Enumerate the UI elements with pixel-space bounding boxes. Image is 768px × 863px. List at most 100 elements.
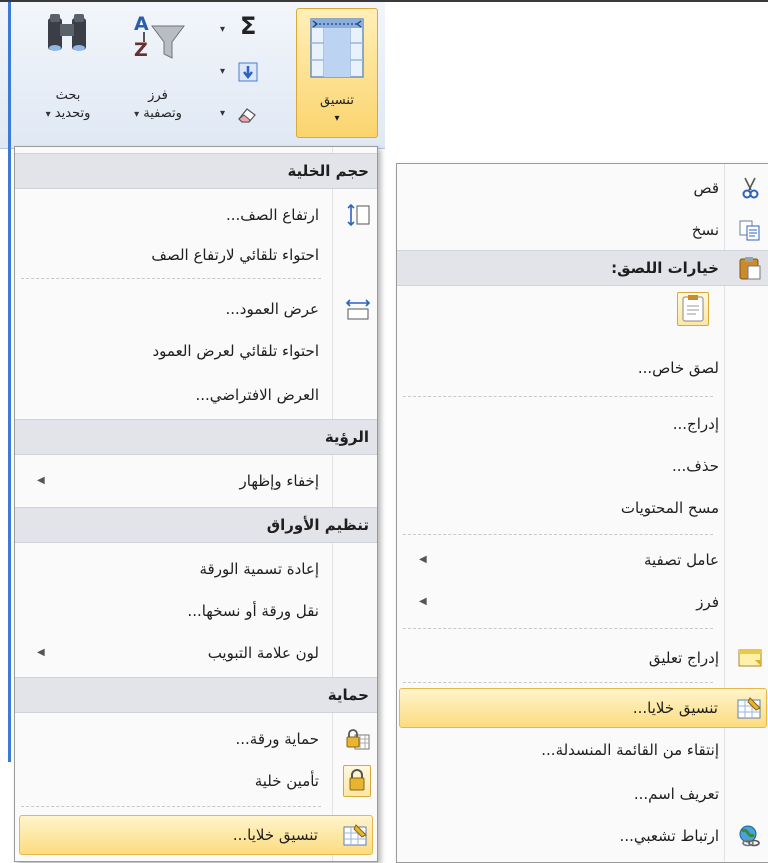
sort-item[interactable]: فرز ◀ xyxy=(397,582,768,622)
sort-filter-icon: A Z xyxy=(134,13,185,61)
column-width-item[interactable]: عرض العمود... xyxy=(15,289,377,329)
pick-from-dropdown-item[interactable]: إنتقاء من القائمة المنسدلة... xyxy=(397,730,768,770)
autosum-button[interactable]: ▾ Σ xyxy=(210,12,280,46)
paste-special-label: لصق خاص... xyxy=(637,359,719,377)
submenu-arrow-icon: ◀ xyxy=(37,647,45,658)
paste-special-item[interactable]: لصق خاص... xyxy=(397,348,768,388)
organize-sheets-header-text: تنظيم الأوراق xyxy=(266,516,369,534)
binoculars-icon xyxy=(48,14,86,51)
move-copy-sheet-label: نقل ورقة أو نسخها... xyxy=(187,602,319,620)
filter-label-text: وتصفية xyxy=(143,106,182,121)
insert-label: إدراج... xyxy=(672,415,719,433)
protect-sheet-icon xyxy=(346,729,370,750)
menu-separator xyxy=(403,534,713,535)
menu-separator xyxy=(21,806,321,807)
default-width-item[interactable]: العرض الافتراضي... xyxy=(15,375,377,415)
tab-color-item[interactable]: لون علامة التبويب ◀ xyxy=(15,633,377,673)
scissors-icon xyxy=(742,177,759,199)
context-menu: قص نسخ خيارات اللصق: لصق خاص... إدراج...… xyxy=(396,163,768,863)
format-cells-label: تنسيق خلايا... xyxy=(632,699,718,717)
ribbon-editing-group: بحث ▾ وتحديد A Z فرز ▾ وتصفية ▾ Σ ▾ ▾ تن… xyxy=(0,0,768,762)
format-cells-label: تنسيق خلايا... xyxy=(232,826,318,844)
dropdown-arrow-icon: ▾ xyxy=(334,113,340,124)
cell-size-header: حجم الخلية xyxy=(15,153,377,189)
dropdown-arrow-icon: ▾ xyxy=(220,66,226,77)
row-height-icon xyxy=(347,203,370,227)
select-label: ▾ وتحديد xyxy=(30,106,106,123)
lock-cell-label: تأمين خلية xyxy=(254,772,319,790)
lock-cell-item[interactable]: تأمين خلية xyxy=(15,761,377,801)
cut-item[interactable]: قص xyxy=(397,168,768,208)
visibility-header-text: الرؤية xyxy=(324,428,369,446)
copy-item[interactable]: نسخ xyxy=(397,210,768,250)
dropdown-arrow-icon: ▾ xyxy=(45,109,51,120)
find-label: بحث xyxy=(55,88,81,103)
hide-unhide-label: إخفاء وإظهار xyxy=(239,472,320,490)
format-cells-icon xyxy=(343,824,367,846)
hide-unhide-item[interactable]: إخفاء وإظهار ◀ xyxy=(15,461,377,501)
protection-header-text: حماية xyxy=(327,686,369,704)
filter-label: ▾ وتصفية xyxy=(118,106,198,123)
submenu-arrow-icon: ◀ xyxy=(419,596,427,607)
format-label: تنسيق xyxy=(320,93,354,108)
paste-options-label: خيارات اللصق: xyxy=(611,259,719,277)
find-select-button[interactable]: بحث ▾ وتحديد xyxy=(30,12,106,132)
default-width-label: العرض الافتراضي... xyxy=(195,386,319,404)
sort-label: فرز xyxy=(696,593,719,611)
sort-label: فرز xyxy=(148,88,168,103)
format-cells-item[interactable]: تنسيق خلايا... xyxy=(399,688,767,728)
hyperlink-globe-icon xyxy=(739,825,760,847)
paste-icon xyxy=(739,257,761,280)
define-name-item[interactable]: تعريف اسم... xyxy=(397,774,768,814)
protection-header: حماية xyxy=(15,677,377,713)
visibility-header: الرؤية xyxy=(15,419,377,455)
filter-item[interactable]: عامل تصفية ◀ xyxy=(397,540,768,580)
fill-button[interactable]: ▾ xyxy=(210,58,280,88)
insert-comment-item[interactable]: إدراج تعليق xyxy=(397,638,768,678)
comment-icon xyxy=(738,649,762,667)
clear-button[interactable]: ▾ xyxy=(210,100,280,130)
delete-label: حذف... xyxy=(672,457,719,475)
insert-item[interactable]: إدراج... xyxy=(397,404,768,444)
sort-filter-button[interactable]: A Z فرز ▾ وتصفية xyxy=(118,12,198,132)
autofit-column-width-item[interactable]: احتواء تلقائي لعرض العمود xyxy=(15,331,377,371)
lock-cell-toggle xyxy=(343,765,371,797)
format-cells-item[interactable]: تنسيق خلايا... xyxy=(19,815,373,855)
autofit-row-height-item[interactable]: احتواء تلقائي لارتفاع الصف xyxy=(15,235,377,275)
menu-separator xyxy=(21,278,321,279)
protect-sheet-label: حماية ورقة... xyxy=(235,730,319,748)
sheet-left-border xyxy=(8,2,11,762)
autofit-column-width-label: احتواء تلقائي لعرض العمود xyxy=(152,342,319,360)
insert-comment-label: إدراج تعليق xyxy=(648,649,719,667)
sigma-icon: Σ xyxy=(240,12,257,40)
dropdown-arrow-icon: ▾ xyxy=(134,109,140,120)
dropdown-arrow-icon: ▾ xyxy=(220,24,226,35)
filter-label: عامل تصفية xyxy=(643,551,719,569)
submenu-arrow-icon: ◀ xyxy=(419,554,427,565)
row-height-item[interactable]: ارتفاع الصف... xyxy=(15,195,377,235)
paste-option-button[interactable] xyxy=(677,292,709,326)
svg-text:Z: Z xyxy=(134,39,148,61)
clear-contents-label: مسح المحتويات xyxy=(620,499,719,517)
delete-item[interactable]: حذف... xyxy=(397,446,768,486)
eraser-icon xyxy=(238,108,256,123)
autofit-row-height-label: احتواء تلقائي لارتفاع الصف xyxy=(151,246,319,264)
window-top-border xyxy=(0,0,768,2)
format-button[interactable]: تنسيق ▾ xyxy=(296,8,378,138)
move-copy-sheet-item[interactable]: نقل ورقة أو نسخها... xyxy=(15,591,377,631)
protect-sheet-item[interactable]: حماية ورقة... xyxy=(15,719,377,759)
organize-sheets-header: تنظيم الأوراق xyxy=(15,507,377,543)
clear-contents-item[interactable]: مسح المحتويات xyxy=(397,488,768,528)
fill-down-icon xyxy=(238,62,258,82)
copy-icon xyxy=(739,220,760,241)
format-cells-icon xyxy=(737,697,761,719)
submenu-arrow-icon: ◀ xyxy=(37,475,45,486)
format-dropdown-menu: حجم الخلية ارتفاع الصف... احتواء تلقائي … xyxy=(14,146,378,862)
column-width-icon xyxy=(345,299,371,320)
menu-separator xyxy=(403,396,713,397)
dropdown-arrow-icon: ▾ xyxy=(220,108,226,119)
hyperlink-label: ارتباط تشعبي... xyxy=(619,827,719,845)
rename-sheet-item[interactable]: إعادة تسمية الورقة xyxy=(15,549,377,589)
paste-clipboard-icon xyxy=(682,295,704,322)
hyperlink-item[interactable]: ارتباط تشعبي... xyxy=(397,816,768,856)
